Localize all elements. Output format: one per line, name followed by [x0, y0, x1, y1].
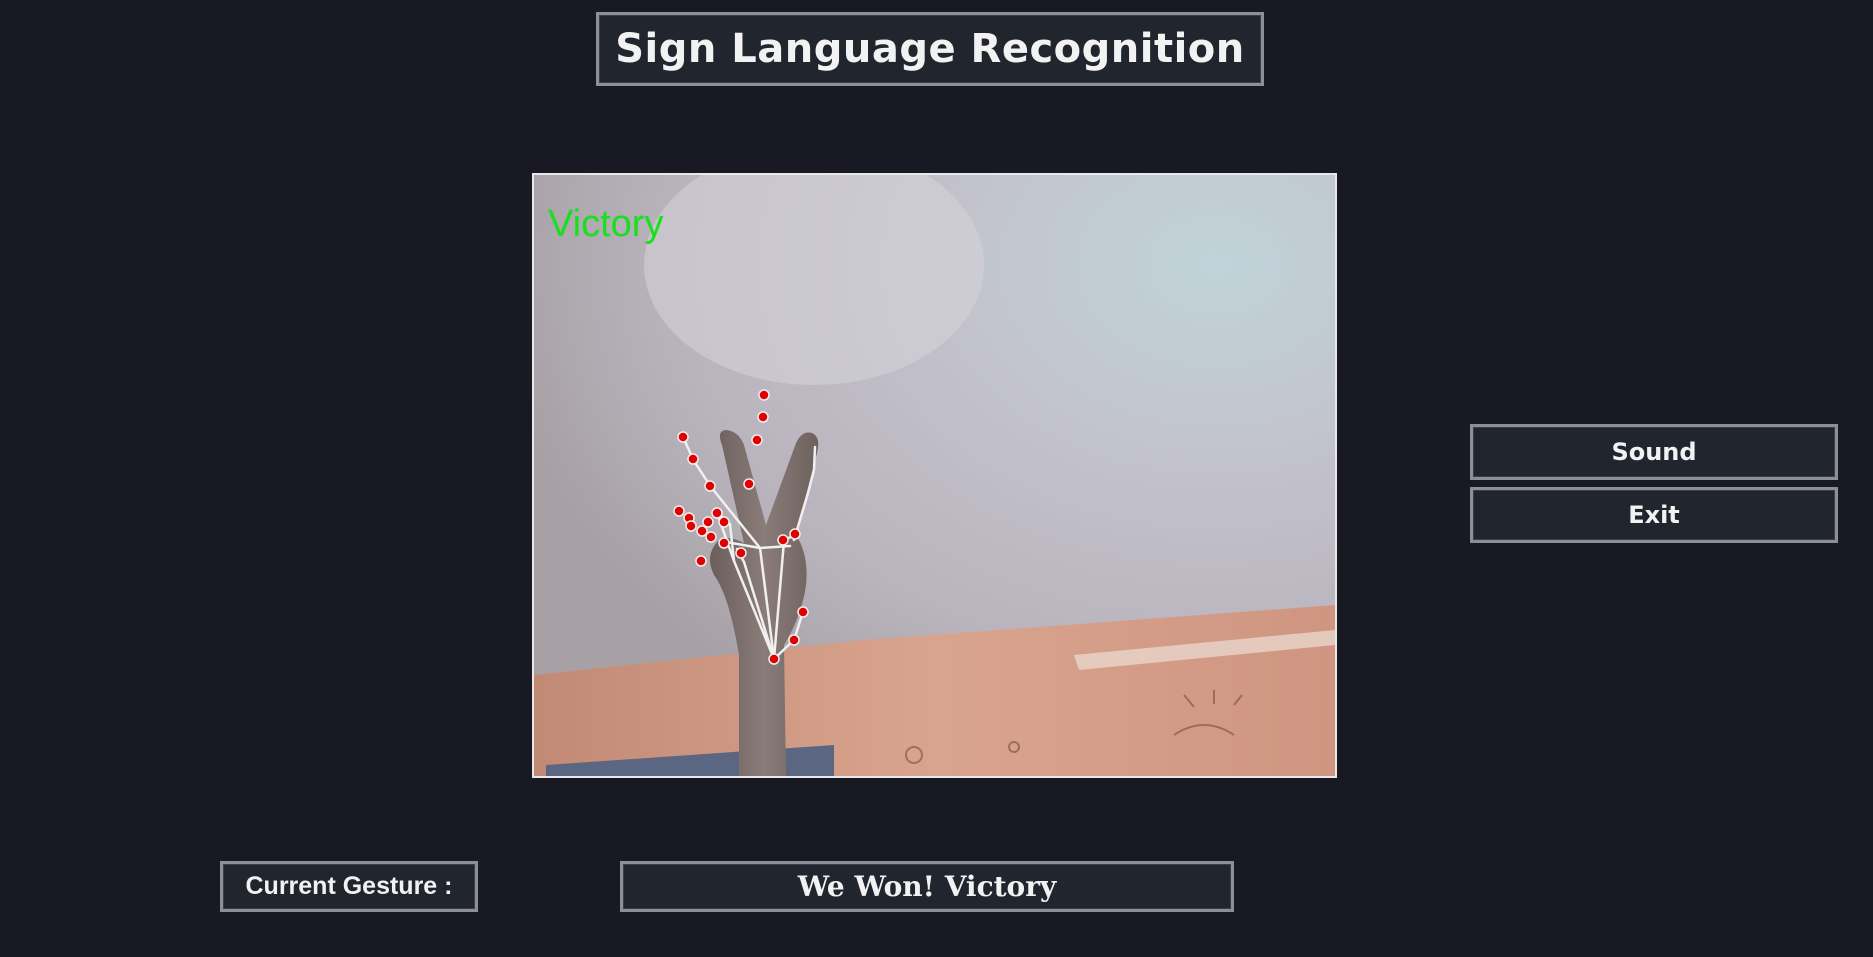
exit-button-label: Exit	[1628, 501, 1680, 529]
app-window: Sign Language Recognition Victory Sound …	[0, 0, 1873, 957]
sound-button-label: Sound	[1611, 438, 1697, 466]
detected-gesture-overlay: Victory	[548, 203, 664, 245]
current-gesture-label-text: Current Gesture :	[245, 872, 453, 900]
camera-feed: Victory	[532, 173, 1337, 778]
current-gesture-label: Current Gesture :	[220, 861, 478, 912]
camera-frame	[534, 175, 1335, 776]
sound-button[interactable]: Sound	[1470, 424, 1838, 480]
app-title: Sign Language Recognition	[596, 12, 1264, 86]
exit-button[interactable]: Exit	[1470, 487, 1838, 543]
current-gesture-value-text: We Won! Victory	[797, 870, 1057, 903]
app-title-text: Sign Language Recognition	[615, 26, 1245, 72]
current-gesture-value: We Won! Victory	[620, 861, 1234, 912]
